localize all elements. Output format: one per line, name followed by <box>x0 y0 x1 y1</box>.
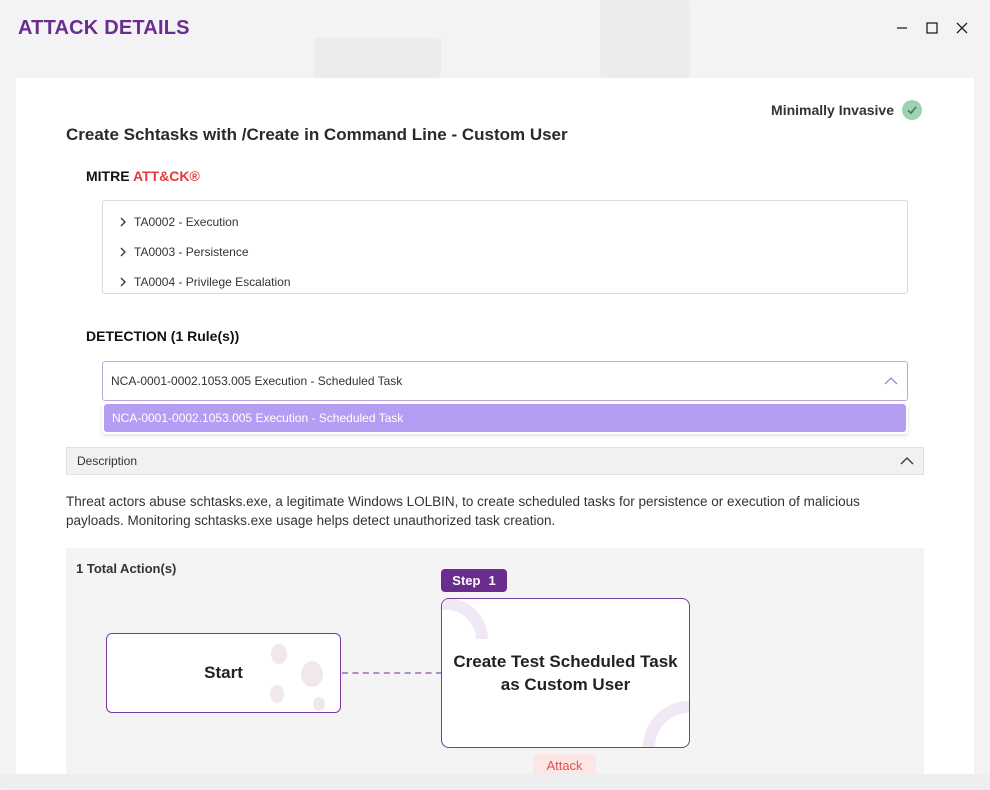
tactic-item-persistence[interactable]: TA0003 - Persistence <box>103 237 907 267</box>
detection-rule-dropdown: NCA-0001-0002.1053.005 Execution - Sched… <box>102 402 908 434</box>
tactic-item-execution[interactable]: TA0002 - Execution <box>103 207 907 237</box>
step-node-title: Create Test Scheduled Task as Custom Use… <box>453 652 678 694</box>
chevron-right-icon <box>119 217 131 227</box>
detection-rule-select[interactable]: NCA-0001-0002.1053.005 Execution - Sched… <box>102 361 908 401</box>
description-header-label: Description <box>77 454 138 468</box>
chevron-up-icon <box>883 374 899 391</box>
window-title: ATTACK DETAILS <box>18 17 190 39</box>
chevron-up-icon <box>899 454 915 471</box>
minimize-button[interactable] <box>888 14 916 42</box>
attack-type-tag: Attack <box>533 754 596 774</box>
chevron-right-icon <box>119 247 131 257</box>
corner-arc-decoration <box>643 701 689 747</box>
invasiveness-indicator: Minimally Invasive <box>771 100 922 120</box>
minimize-icon <box>897 27 907 29</box>
flow-connector <box>342 672 442 674</box>
maximize-button[interactable] <box>918 14 946 42</box>
chevron-right-icon <box>119 277 131 287</box>
description-accordion-header[interactable]: Description <box>66 447 924 475</box>
corner-arc-decoration <box>442 599 488 640</box>
start-node[interactable]: Start <box>106 633 341 713</box>
mitre-tactics-tree: TA0002 - Execution TA0003 - Persistence … <box>102 200 908 294</box>
detection-rule-option[interactable]: NCA-0001-0002.1053.005 Execution - Sched… <box>104 404 906 432</box>
total-actions-label: 1 Total Action(s) <box>76 561 177 576</box>
detection-section-label: DETECTION (1 Rule(s)) <box>86 328 240 344</box>
step-badge: Step 1 <box>441 569 507 592</box>
invasiveness-label: Minimally Invasive <box>771 102 894 118</box>
mitre-label-prefix: MITRE <box>86 168 130 184</box>
step-node[interactable]: Create Test Scheduled Task as Custom Use… <box>441 598 690 748</box>
tactic-item-privilege-escalation[interactable]: TA0004 - Privilege Escalation <box>103 267 907 297</box>
tactic-label: TA0004 - Privilege Escalation <box>134 275 291 289</box>
start-node-label: Start <box>204 663 243 682</box>
bug-pattern-icon <box>270 644 325 711</box>
description-text: Threat actors abuse schtasks.exe, a legi… <box>66 494 860 528</box>
title-bar: ATTACK DETAILS <box>0 0 990 58</box>
close-button[interactable] <box>948 14 976 42</box>
mitre-label-brand: ATT&CK® <box>132 168 200 184</box>
close-icon <box>956 22 968 34</box>
step-badge-word: Step <box>452 573 481 588</box>
step-badge-number: 1 <box>488 573 496 588</box>
tactic-label: TA0003 - Persistence <box>134 245 249 259</box>
attack-details-panel: Minimally Invasive Create Schtasks with … <box>16 78 974 774</box>
selected-rule-value: NCA-0001-0002.1053.005 Execution - Sched… <box>111 374 403 388</box>
background-shape <box>0 774 990 790</box>
check-icon <box>902 100 922 120</box>
attack-title: Create Schtasks with /Create in Command … <box>66 125 568 144</box>
tactic-label: TA0002 - Execution <box>134 215 239 229</box>
action-flow-canvas: 1 Total Action(s) Start Step 1 Create Te… <box>66 548 924 774</box>
maximize-icon <box>926 22 938 34</box>
mitre-section-label: MITRE ATT&CK® <box>86 168 200 184</box>
